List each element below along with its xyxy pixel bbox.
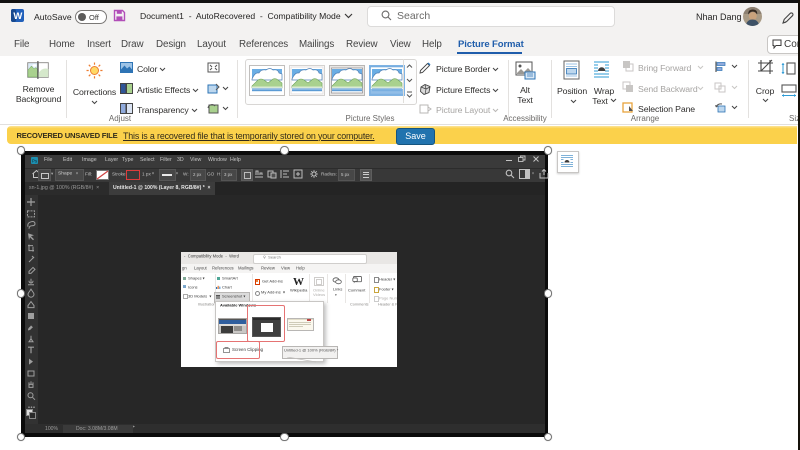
svg-text:W: W [13,11,22,22]
svg-text:Ps: Ps [32,158,38,163]
